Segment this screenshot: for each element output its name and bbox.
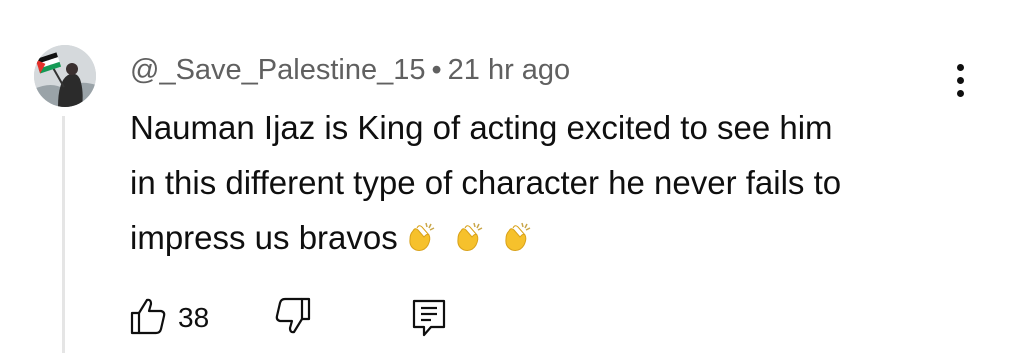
comment-text: Nauman Ijaz is King of acting excited to… bbox=[130, 100, 950, 271]
dislike-button[interactable] bbox=[273, 296, 313, 341]
clapping-hands-icon bbox=[404, 216, 440, 252]
like-count: 38 bbox=[178, 302, 210, 333]
clapping-hands-icon bbox=[500, 216, 536, 252]
emoji-group bbox=[404, 216, 548, 271]
reply-button[interactable] bbox=[411, 298, 447, 343]
thumbs-down-icon bbox=[273, 297, 313, 340]
thumbs-up-icon bbox=[128, 296, 168, 341]
clapping-hands-icon bbox=[452, 216, 488, 252]
comment-timestamp[interactable]: 21 hr ago bbox=[448, 54, 571, 86]
more-options-button[interactable] bbox=[945, 60, 975, 100]
meta-separator: • bbox=[431, 54, 442, 86]
comment-header: @_Save_Palestine_15 • 21 hr ago bbox=[130, 52, 570, 88]
comment-line: in this different type of character he n… bbox=[130, 164, 842, 201]
comment-line: Nauman Ijaz is King of acting excited to… bbox=[130, 109, 833, 146]
author-handle[interactable]: @_Save_Palestine_15 bbox=[130, 54, 425, 86]
comment-line-text: impress us bravos bbox=[130, 219, 398, 256]
thread-line bbox=[62, 116, 65, 353]
like-button[interactable]: 38 bbox=[128, 296, 209, 340]
avatar-image bbox=[34, 45, 96, 107]
comment-line-last: impress us bravos bbox=[130, 210, 950, 271]
avatar[interactable] bbox=[34, 45, 96, 107]
comment-reply-icon bbox=[411, 299, 447, 342]
